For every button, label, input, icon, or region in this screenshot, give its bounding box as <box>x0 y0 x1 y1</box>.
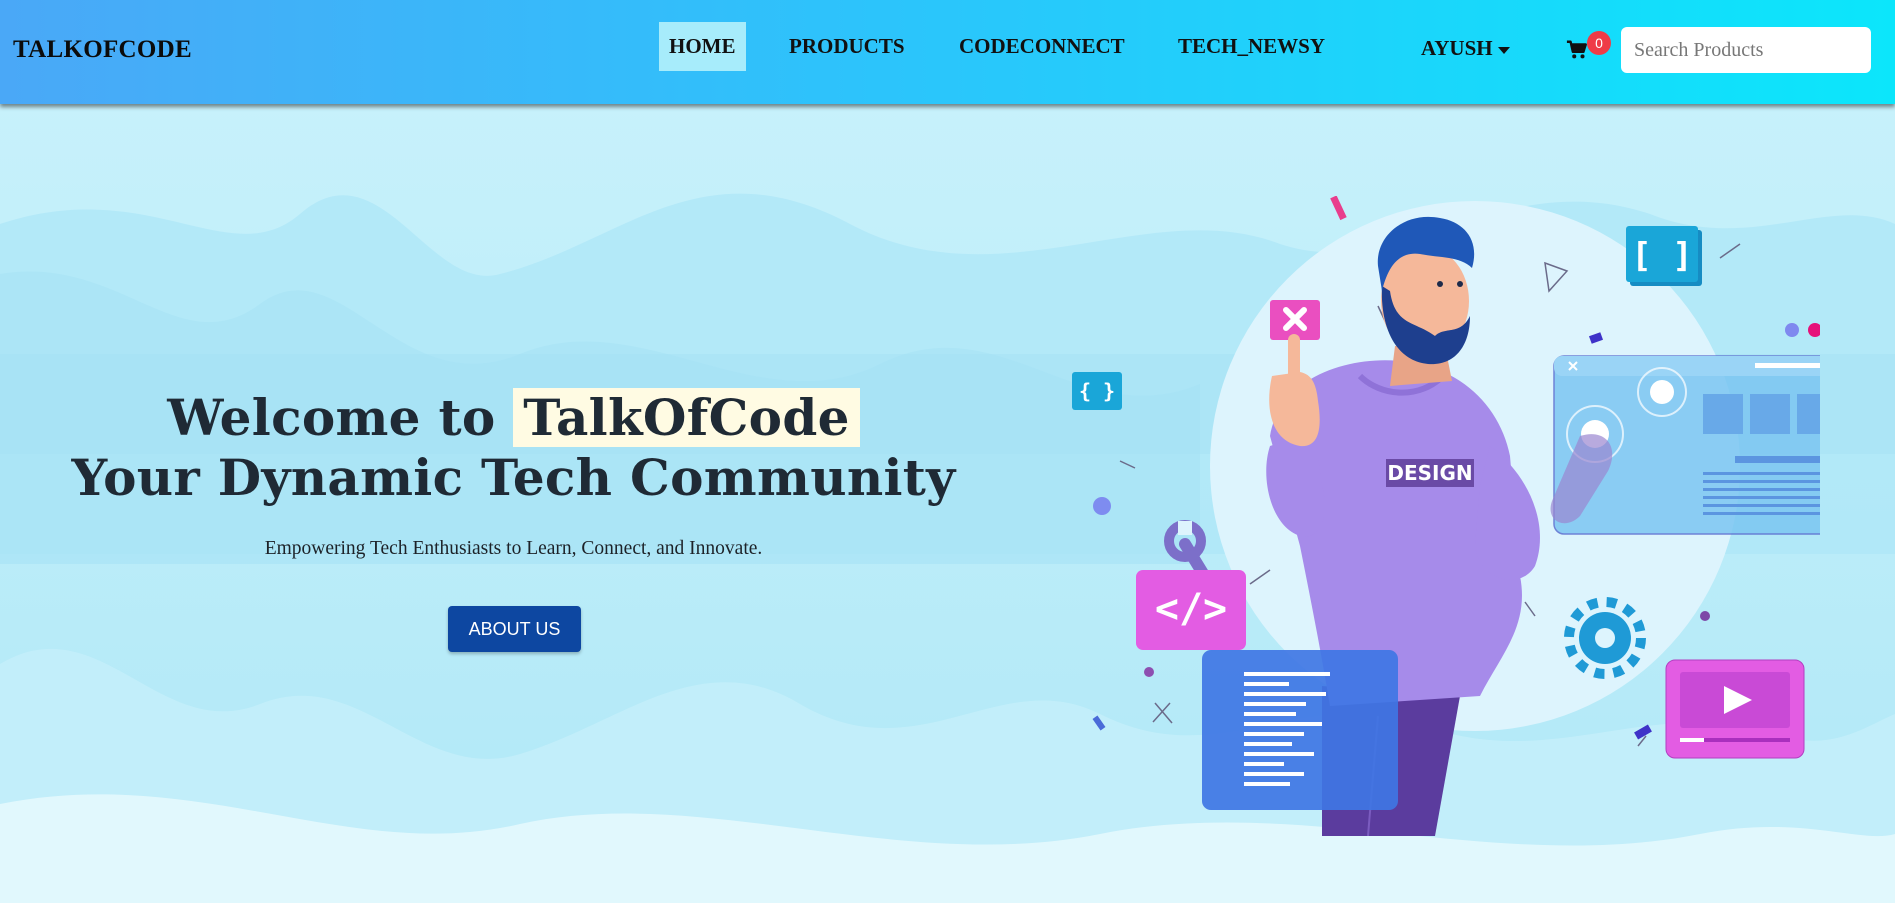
svg-text:{ }: { } <box>1079 379 1115 403</box>
search-input[interactable] <box>1621 27 1871 73</box>
confetti-dot <box>1093 497 1111 515</box>
confetti <box>1092 715 1106 731</box>
about-us-button[interactable]: ABOUT US <box>448 606 581 652</box>
confetti-dot <box>1785 323 1799 337</box>
user-name: AYUSH <box>1421 36 1493 60</box>
nav-products[interactable]: PRODUCTS <box>779 22 915 71</box>
gear-icon <box>1564 597 1646 679</box>
cart-icon[interactable] <box>1566 39 1588 61</box>
code-document-panel <box>1202 650 1398 810</box>
hero-section: Welcome to TalkOfCode Your Dynamic Tech … <box>0 104 1895 903</box>
hero-title-highlight: TalkOfCode <box>513 388 860 447</box>
confetti-line <box>1719 243 1741 259</box>
svg-text:</>: </> <box>1155 586 1227 632</box>
svg-text:[ ]: [ ] <box>1631 236 1692 276</box>
navbar: TALKOFCODE HOME PRODUCTS CODECONNECT TEC… <box>0 0 1895 104</box>
confetti-dot <box>1700 611 1710 621</box>
svg-text:DESIGN: DESIGN <box>1387 461 1472 485</box>
video-player-panel <box>1665 659 1805 759</box>
hero-title-line2: Your Dynamic Tech Community <box>71 448 956 507</box>
confetti <box>1634 724 1652 740</box>
code-badge: </> <box>1136 570 1246 650</box>
hero-subtitle: Empowering Tech Enthusiasts to Learn, Co… <box>264 538 763 559</box>
hero-title-prefix: Welcome to <box>167 388 496 447</box>
shirt-label: DESIGN <box>1386 459 1474 487</box>
caret-down-icon <box>1497 46 1510 54</box>
user-menu[interactable]: AYUSH <box>1421 36 1510 61</box>
close-badge <box>1270 300 1320 340</box>
brand-logo[interactable]: TALKOFCODE <box>13 36 192 64</box>
close-icon <box>1152 702 1173 724</box>
confetti-dot <box>1144 667 1154 677</box>
confetti-dot <box>1808 323 1820 337</box>
bracket-badge-small: { } <box>1072 372 1122 410</box>
bracket-badge-large: [ ] <box>1626 226 1702 286</box>
cart-count-badge: 0 <box>1587 31 1611 55</box>
nav-codeconnect[interactable]: CODECONNECT <box>949 22 1135 71</box>
nav-home[interactable]: HOME <box>659 22 746 71</box>
nav-tech-newsy[interactable]: TECH_NEWSY <box>1168 22 1335 71</box>
hero-illustration: [ ] { } DESIGN </> <box>1072 196 1820 836</box>
confetti <box>1330 196 1347 221</box>
hero-title: Welcome to TalkOfCode Your Dynamic Tech … <box>0 388 1027 508</box>
